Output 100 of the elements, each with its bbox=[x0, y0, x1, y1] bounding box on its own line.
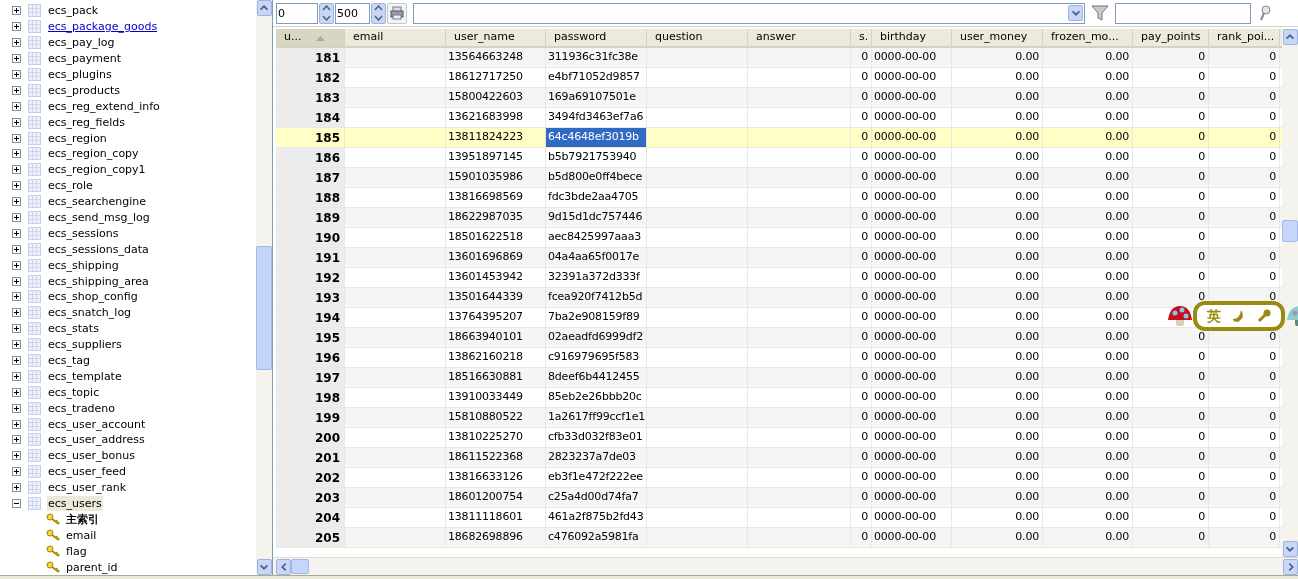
table-name[interactable]: ecs_pack bbox=[47, 3, 100, 19]
scroll-thumb[interactable] bbox=[291, 559, 309, 574]
table-name[interactable]: ecs_user_address bbox=[47, 432, 146, 448]
column-header[interactable]: s. bbox=[851, 29, 872, 46]
expand-toggle[interactable] bbox=[12, 244, 21, 254]
expand-toggle[interactable] bbox=[12, 54, 21, 64]
table-name[interactable]: ecs_tradeno bbox=[47, 400, 117, 416]
table-name[interactable]: ecs_send_msg_log bbox=[47, 210, 151, 225]
scrollbar[interactable] bbox=[273, 557, 1298, 575]
table-name[interactable]: ecs_shipping_area bbox=[47, 273, 150, 289]
column-header[interactable]: rank_poi... bbox=[1209, 29, 1280, 46]
scroll-thumb[interactable] bbox=[1282, 220, 1298, 242]
scroll-down-button[interactable] bbox=[256, 559, 272, 575]
table-name[interactable]: ecs_shipping bbox=[47, 257, 120, 273]
spin-buttons[interactable] bbox=[371, 2, 386, 24]
scroll-up-button[interactable] bbox=[1282, 29, 1298, 45]
column-header[interactable]: answer bbox=[748, 29, 851, 46]
expand-toggle[interactable] bbox=[12, 165, 21, 175]
table-name[interactable]: ecs_user_account bbox=[47, 416, 147, 432]
table-name[interactable]: ecs_users bbox=[47, 496, 103, 512]
expand-toggle[interactable] bbox=[12, 181, 21, 191]
table-name[interactable]: ecs_pay_log bbox=[47, 35, 116, 51]
scrollbar[interactable] bbox=[256, 0, 272, 575]
scroll-right-button[interactable] bbox=[1283, 558, 1298, 575]
column-header[interactable]: user_name bbox=[446, 29, 546, 46]
table-name[interactable]: ecs_region_copy1 bbox=[47, 162, 147, 178]
expand-toggle[interactable] bbox=[12, 371, 21, 381]
search-field[interactable] bbox=[1115, 2, 1251, 24]
expand-toggle[interactable] bbox=[12, 85, 21, 95]
collapse-toggle[interactable] bbox=[12, 499, 21, 509]
table-name[interactable]: ecs_user_rank bbox=[47, 480, 128, 496]
table-name[interactable]: ecs_stats bbox=[47, 321, 100, 337]
expand-toggle[interactable] bbox=[12, 149, 21, 159]
expand-toggle[interactable] bbox=[12, 451, 21, 461]
expand-toggle[interactable] bbox=[12, 483, 21, 493]
index-name[interactable]: email bbox=[66, 527, 97, 543]
dropdown-button[interactable] bbox=[1068, 5, 1083, 21]
table-name[interactable]: ecs_region_copy bbox=[47, 146, 140, 162]
offset-field[interactable]: 0 bbox=[276, 2, 318, 24]
table-name[interactable]: ecs_searchengine bbox=[47, 194, 148, 210]
expand-toggle[interactable] bbox=[12, 292, 21, 302]
index-name[interactable]: 主索引 bbox=[66, 511, 99, 527]
filter-combo[interactable] bbox=[413, 2, 1085, 24]
scroll-thumb[interactable] bbox=[256, 246, 272, 370]
column-header[interactable]: question bbox=[647, 29, 748, 46]
expand-toggle[interactable] bbox=[12, 133, 21, 143]
expand-toggle[interactable] bbox=[12, 308, 21, 318]
table-name[interactable]: ecs_snatch_log bbox=[47, 305, 133, 321]
limit-field[interactable]: 500 bbox=[335, 2, 370, 24]
column-header[interactable]: birthday bbox=[872, 29, 952, 46]
table-name[interactable]: ecs_package_goods bbox=[47, 19, 159, 35]
scroll-up-button[interactable] bbox=[256, 0, 272, 16]
column-header[interactable]: frozen_mo... bbox=[1043, 29, 1133, 46]
column-header[interactable]: user_money bbox=[952, 29, 1043, 46]
expand-toggle[interactable] bbox=[12, 197, 21, 207]
expand-toggle[interactable] bbox=[12, 324, 21, 334]
table-name[interactable]: ecs_products bbox=[47, 82, 122, 98]
column-header[interactable]: u... bbox=[276, 29, 345, 46]
table-name[interactable]: ecs_tag bbox=[47, 353, 92, 369]
table-name[interactable]: ecs_role bbox=[47, 178, 94, 194]
expand-toggle[interactable] bbox=[12, 356, 21, 366]
table-name[interactable]: ecs_region bbox=[47, 130, 108, 146]
table-name[interactable]: ecs_user_feed bbox=[47, 464, 127, 480]
expand-toggle[interactable] bbox=[12, 213, 21, 222]
scrollbar[interactable] bbox=[1282, 29, 1298, 557]
row-number[interactable]: 185 bbox=[314, 128, 341, 147]
wrench-icon[interactable] bbox=[1257, 309, 1272, 323]
table-name[interactable]: ecs_template bbox=[47, 368, 123, 384]
expand-toggle[interactable] bbox=[12, 276, 21, 286]
table-name[interactable]: ecs_shop_config bbox=[47, 289, 139, 305]
expand-toggle[interactable] bbox=[12, 6, 21, 16]
expand-toggle[interactable] bbox=[12, 435, 21, 445]
expand-toggle[interactable] bbox=[12, 70, 21, 79]
expand-toggle[interactable] bbox=[12, 467, 21, 477]
expand-toggle[interactable] bbox=[12, 260, 21, 270]
expand-toggle[interactable] bbox=[12, 387, 21, 397]
column-header[interactable]: email bbox=[345, 29, 446, 46]
expand-toggle[interactable] bbox=[12, 101, 21, 111]
table-name[interactable]: ecs_payment bbox=[47, 51, 123, 67]
filter-icon[interactable] bbox=[1091, 4, 1109, 22]
index-name[interactable]: flag bbox=[66, 543, 87, 559]
spin-buttons[interactable] bbox=[319, 2, 334, 24]
table-name[interactable]: ecs_user_bonus bbox=[47, 448, 136, 464]
moon-icon[interactable] bbox=[1232, 309, 1246, 323]
index-name[interactable]: parent_id bbox=[66, 559, 118, 575]
table-name[interactable]: ecs_reg_fields bbox=[47, 114, 127, 130]
expand-toggle[interactable] bbox=[12, 228, 21, 238]
search-icon[interactable] bbox=[1258, 4, 1272, 22]
table-name[interactable]: ecs_plugins bbox=[47, 67, 113, 82]
expand-toggle[interactable] bbox=[12, 419, 21, 429]
table-name[interactable]: ecs_suppliers bbox=[47, 337, 123, 353]
expand-toggle[interactable] bbox=[12, 22, 21, 32]
table-name[interactable]: ecs_reg_extend_info bbox=[47, 98, 161, 114]
refresh-button[interactable] bbox=[387, 2, 407, 24]
table-name[interactable]: ecs_topic bbox=[47, 384, 101, 400]
mushroom-icon[interactable] bbox=[1167, 304, 1193, 328]
scroll-down-button[interactable] bbox=[1282, 541, 1298, 557]
expand-toggle[interactable] bbox=[12, 117, 21, 127]
expand-toggle[interactable] bbox=[12, 403, 21, 413]
expand-toggle[interactable] bbox=[12, 340, 21, 350]
